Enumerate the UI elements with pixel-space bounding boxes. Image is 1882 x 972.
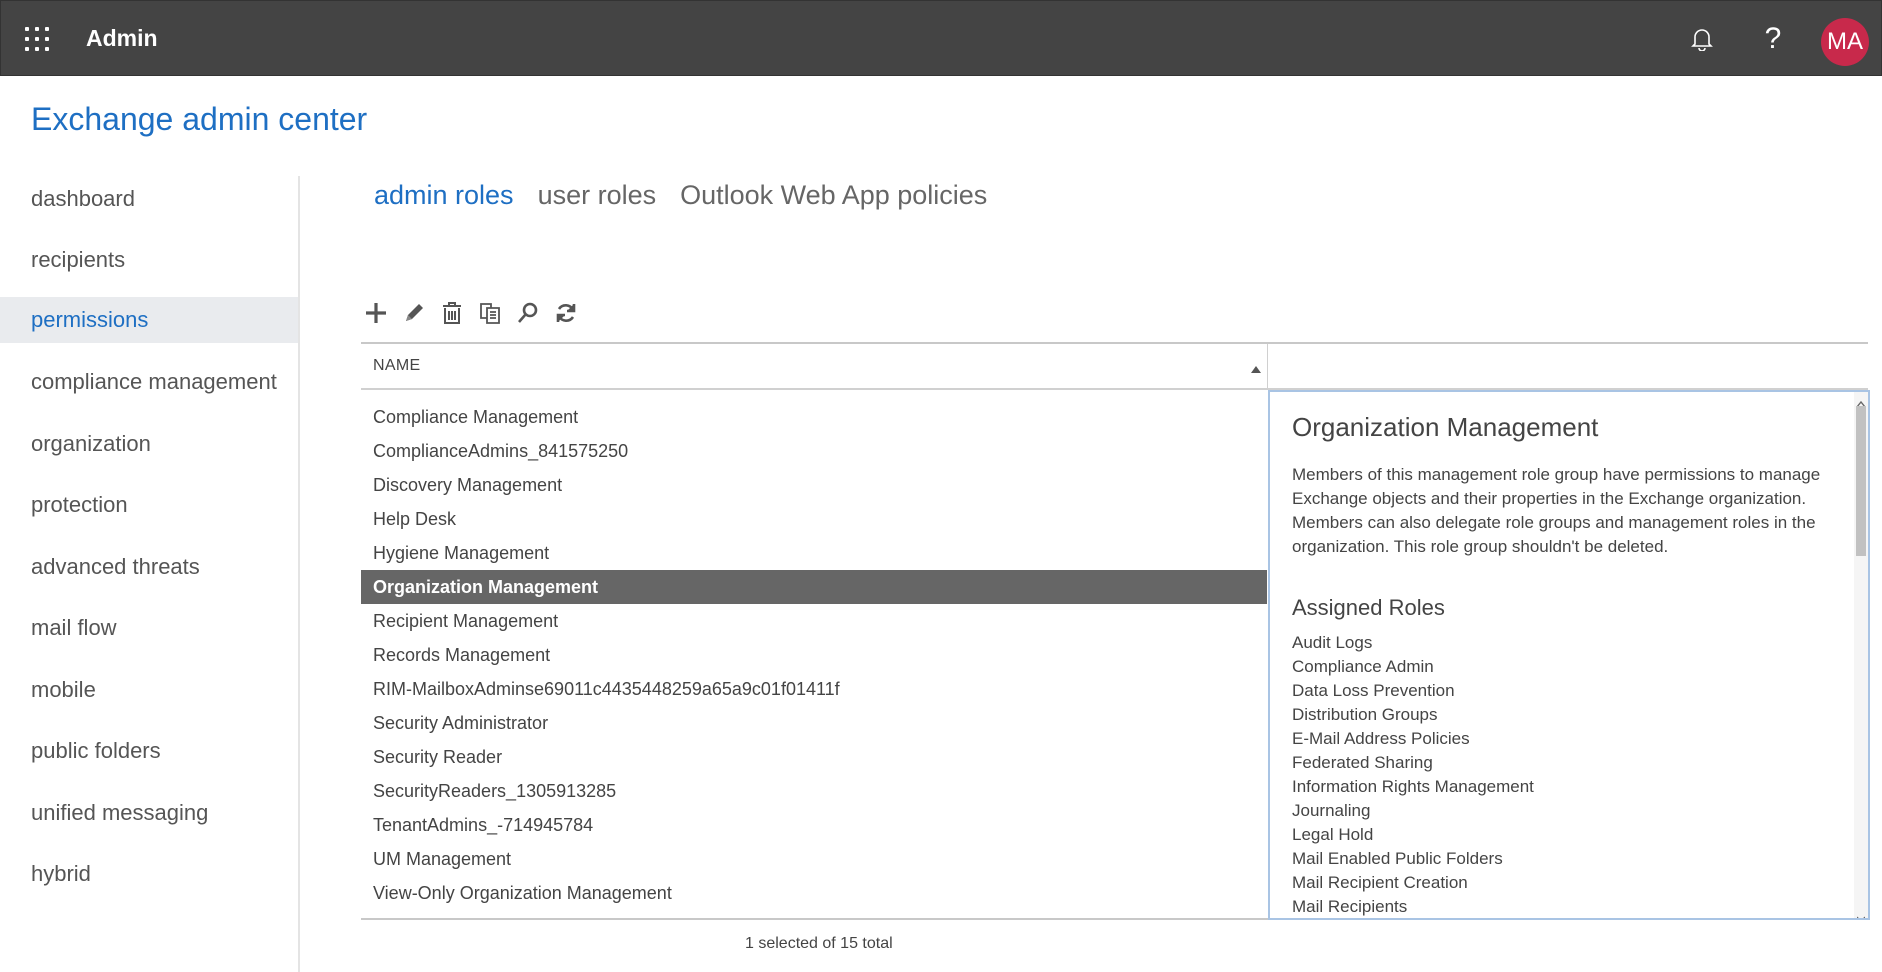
nav-item-hybrid[interactable]: hybrid xyxy=(0,851,298,897)
assigned-role-item: Legal Hold xyxy=(1292,825,1374,844)
scrollbar-thumb[interactable] xyxy=(1856,406,1866,556)
notifications-bell-icon[interactable] xyxy=(1682,19,1722,59)
assigned-role-item: Audit Logs xyxy=(1292,633,1373,652)
nav-item-advanced-threats[interactable]: advanced threats xyxy=(0,544,298,590)
page-title: Exchange admin center xyxy=(31,101,368,137)
table-row[interactable]: RIM-MailboxAdminse69011c4435448259a65a9c… xyxy=(361,672,1267,706)
assigned-role-item: Mail Recipients xyxy=(1292,897,1408,916)
table-row[interactable]: SecurityReaders_1305913285 xyxy=(361,774,1267,808)
assigned-role-item: Data Loss Prevention xyxy=(1292,681,1455,700)
table-row[interactable]: Help Desk xyxy=(361,502,1267,536)
scroll-up-arrow-icon[interactable] xyxy=(1856,394,1866,408)
tab-outlook-web-app-policies[interactable]: Outlook Web App policies xyxy=(680,180,987,220)
assigned-role-item: Mail Recipient Creation xyxy=(1292,873,1468,892)
toolbar xyxy=(362,298,580,328)
table-row[interactable]: Hygiene Management xyxy=(361,536,1267,570)
detail-title: Organization Management xyxy=(1292,412,1599,442)
detail-description: Members of this management role group ha… xyxy=(1292,465,1821,556)
selection-status: 1 selected of 15 total xyxy=(745,935,893,952)
nav-item-protection[interactable]: protection xyxy=(0,482,298,528)
table-row[interactable]: Records Management xyxy=(361,638,1267,672)
tab-admin-roles[interactable]: admin roles xyxy=(374,180,514,220)
grid-header: NAME xyxy=(361,342,1868,390)
assigned-roles-heading: Assigned Roles xyxy=(1292,595,1445,620)
table-row[interactable]: ComplianceAdmins_841575250 xyxy=(361,434,1267,468)
table-row[interactable]: UM Management xyxy=(361,842,1267,876)
search-icon[interactable] xyxy=(514,298,542,328)
assigned-role-item: Mail Enabled Public Folders xyxy=(1292,849,1503,868)
column-divider xyxy=(1267,344,1268,390)
assigned-role-item: Information Rights Management xyxy=(1292,777,1534,796)
nav-item-dashboard[interactable]: dashboard xyxy=(0,176,298,222)
nav-item-compliance-management[interactable]: compliance management xyxy=(0,359,298,405)
delete-icon[interactable] xyxy=(438,298,466,328)
nav-item-mobile[interactable]: mobile xyxy=(0,667,298,713)
refresh-icon[interactable] xyxy=(552,298,580,328)
add-icon[interactable] xyxy=(362,298,390,328)
nav-item-recipients[interactable]: recipients xyxy=(0,237,298,283)
assigned-role-item: Journaling xyxy=(1292,801,1371,820)
help-icon[interactable]: ? xyxy=(1753,19,1793,59)
table-row[interactable]: Recipient Management xyxy=(361,604,1267,638)
grid-bottom-divider xyxy=(361,918,1268,920)
table-row-selected[interactable]: Organization Management xyxy=(361,570,1267,604)
avatar[interactable]: MA xyxy=(1821,18,1869,66)
permissions-tabs: admin roles user roles Outlook Web App p… xyxy=(374,180,987,220)
table-row[interactable]: TenantAdmins_-714945784 xyxy=(361,808,1267,842)
nav-item-unified-messaging[interactable]: unified messaging xyxy=(0,790,298,836)
left-navigation: dashboard recipients permissions complia… xyxy=(0,176,300,972)
detail-pane: Organization Management Members of this … xyxy=(1268,390,1870,920)
table-row[interactable]: Discovery Management xyxy=(361,468,1267,502)
role-group-list: Compliance Management ComplianceAdmins_8… xyxy=(361,400,1267,910)
assigned-role-item: E-Mail Address Policies xyxy=(1292,729,1470,748)
detail-scrollbar[interactable] xyxy=(1854,392,1868,918)
nav-item-public-folders[interactable]: public folders xyxy=(0,728,298,774)
assigned-role-item: Federated Sharing xyxy=(1292,753,1433,772)
scroll-down-arrow-icon[interactable] xyxy=(1856,908,1866,918)
app-name[interactable]: Admin xyxy=(86,25,158,52)
table-row[interactable]: Security Reader xyxy=(361,740,1267,774)
detail-content: Organization Management Members of this … xyxy=(1292,412,1848,918)
table-row[interactable]: View-Only Organization Management xyxy=(361,876,1267,910)
edit-icon[interactable] xyxy=(400,298,428,328)
app-launcher-icon[interactable] xyxy=(25,27,51,51)
tab-user-roles[interactable]: user roles xyxy=(538,180,657,220)
table-row[interactable]: Compliance Management xyxy=(361,400,1267,434)
assigned-role-item: Compliance Admin xyxy=(1292,657,1434,676)
nav-item-organization[interactable]: organization xyxy=(0,421,298,467)
table-row[interactable]: Security Administrator xyxy=(361,706,1267,740)
sort-ascending-icon[interactable] xyxy=(1247,360,1265,378)
nav-item-permissions[interactable]: permissions xyxy=(0,297,298,343)
copy-icon[interactable] xyxy=(476,298,504,328)
nav-item-mail-flow[interactable]: mail flow xyxy=(0,605,298,651)
assigned-role-item: Distribution Groups xyxy=(1292,705,1438,724)
column-header-name[interactable]: NAME xyxy=(373,357,420,375)
top-bar: Admin ? MA xyxy=(0,0,1882,76)
